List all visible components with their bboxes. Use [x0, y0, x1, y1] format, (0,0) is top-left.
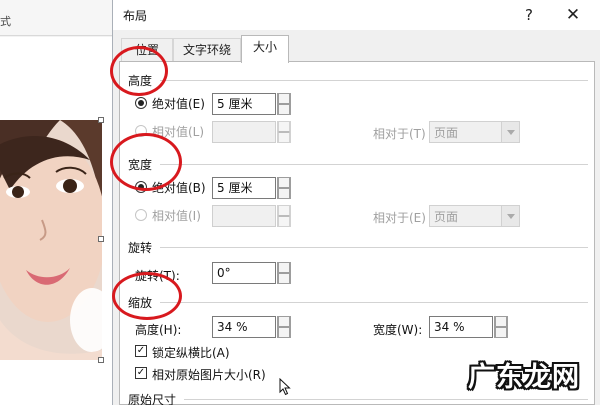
height-absolute-radio[interactable] — [135, 97, 147, 109]
scale-section-title: 缩放 — [128, 296, 153, 310]
height-relative-to-value: 页面 — [434, 126, 459, 140]
original-size-section-title: 原始尺寸 — [128, 393, 177, 405]
width-relative-label: 相对值(I) — [152, 209, 201, 223]
width-relative-input[interactable] — [212, 205, 276, 227]
ribbon-strip: 式 — [0, 0, 112, 36]
size-tab-panel: 高度 绝对值(E) 5 厘米 相对值(L) 相对于(T) 页面 宽度 绝对值(B… — [119, 61, 595, 405]
width-relative-to-value: 页面 — [434, 210, 459, 224]
height-absolute-input[interactable]: 5 厘米 — [212, 93, 276, 115]
scale-width-label: 宽度(W): — [373, 323, 423, 337]
width-absolute-radio[interactable] — [135, 181, 147, 193]
height-relative-to-select[interactable]: 页面 — [429, 121, 520, 143]
height-relative-input[interactable] — [212, 121, 276, 143]
relative-original-checkbox[interactable]: ✓ — [135, 367, 147, 379]
rotation-input[interactable]: 0° — [212, 262, 276, 284]
rotation-spinner[interactable] — [277, 262, 291, 284]
scale-height-input[interactable]: 34 % — [212, 316, 276, 338]
scale-height-spinner[interactable] — [277, 316, 291, 338]
help-button[interactable]: ? — [509, 3, 549, 27]
ribbon-fragment-text: 式 — [0, 15, 11, 28]
width-relative-to-label: 相对于(E) — [373, 211, 426, 225]
resize-handle-top-right[interactable] — [98, 117, 104, 123]
width-absolute-label: 绝对值(B) — [152, 181, 206, 195]
rotation-section-divider — [160, 247, 588, 248]
tab-size[interactable]: 大小 — [241, 35, 289, 63]
portrait-image[interactable] — [0, 120, 102, 360]
lock-aspect-checkbox[interactable]: ✓ — [135, 345, 147, 357]
chevron-down-icon — [501, 122, 519, 142]
watermark-text: 广东龙网 — [468, 362, 580, 393]
height-section-divider — [160, 80, 588, 81]
scale-width-spinner[interactable] — [494, 316, 508, 338]
height-section-title: 高度 — [128, 74, 153, 88]
width-absolute-input[interactable]: 5 厘米 — [212, 177, 276, 199]
background-document: 式 — [0, 0, 112, 405]
resize-handle-middle-right[interactable] — [98, 236, 104, 242]
height-relative-radio[interactable] — [135, 125, 147, 137]
width-section-title: 宽度 — [128, 158, 153, 172]
close-button[interactable]: ✕ — [553, 3, 593, 27]
width-relative-spinner[interactable] — [277, 205, 291, 227]
rotation-section-title: 旋转 — [128, 241, 153, 255]
width-section-divider — [160, 164, 588, 165]
height-relative-label: 相对值(L) — [152, 125, 205, 139]
layout-dialog: 布局 ? ✕ 位置 文字环绕 大小 高度 绝对值(E) 5 厘米 相对值(L) … — [112, 0, 600, 405]
watermark: 广东龙网 — [468, 355, 598, 399]
dialog-title: 布局 — [123, 9, 148, 23]
width-relative-radio[interactable] — [135, 209, 147, 221]
original-size-section-divider — [184, 399, 588, 400]
height-relative-spinner[interactable] — [277, 121, 291, 143]
relative-original-label: 相对原始图片大小(R) — [152, 368, 266, 382]
mouse-pointer-icon — [279, 378, 291, 396]
rotation-label: 旋转(T): — [135, 269, 180, 283]
height-relative-to-label: 相对于(T) — [373, 127, 426, 141]
scale-section-divider — [160, 302, 588, 303]
height-absolute-spinner[interactable] — [277, 93, 291, 115]
scale-height-label: 高度(H): — [135, 323, 182, 337]
dialog-titlebar: 布局 ? ✕ — [113, 0, 600, 30]
scale-width-input[interactable]: 34 % — [429, 316, 493, 338]
chevron-down-icon — [501, 206, 519, 226]
resize-handle-bottom-right[interactable] — [98, 357, 104, 363]
height-absolute-label: 绝对值(E) — [152, 97, 205, 111]
tab-position[interactable]: 位置 — [121, 38, 173, 62]
width-absolute-spinner[interactable] — [277, 177, 291, 199]
lock-aspect-label: 锁定纵横比(A) — [152, 346, 230, 360]
tab-strip: 位置 文字环绕 大小 — [113, 34, 600, 63]
width-relative-to-select[interactable]: 页面 — [429, 205, 520, 227]
tab-text-wrapping[interactable]: 文字环绕 — [173, 38, 241, 62]
